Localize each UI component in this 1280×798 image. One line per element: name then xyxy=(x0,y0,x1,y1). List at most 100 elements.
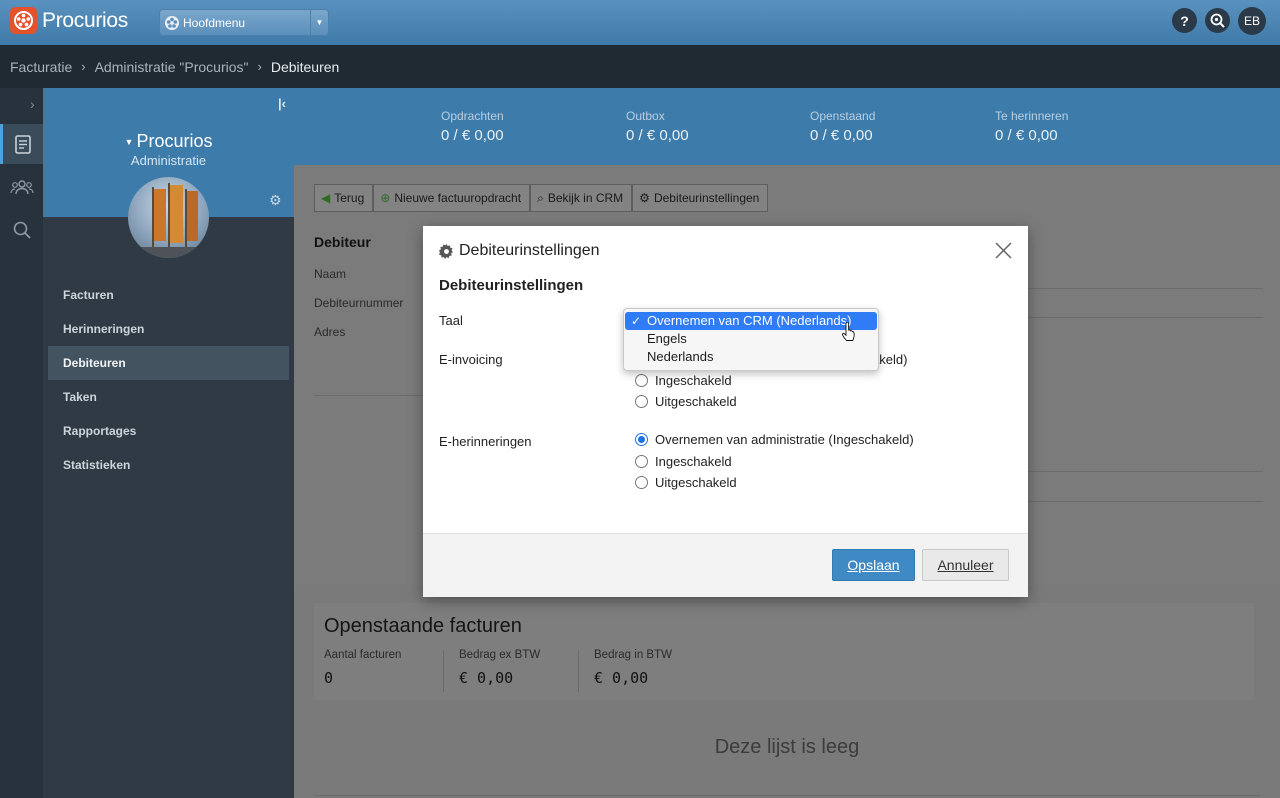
summary-count: Aantal facturen 0 xyxy=(324,649,401,687)
stat-label: Openstaand xyxy=(810,109,876,123)
breadcrumb-separator: › xyxy=(257,59,262,74)
divider xyxy=(443,650,444,692)
app-name: Procurios xyxy=(42,8,128,32)
ereminders-disabled-radio[interactable]: Uitgeschakeld xyxy=(635,475,737,490)
gear-icon: ⚙ xyxy=(639,191,650,205)
chevron-down-icon: ▼ xyxy=(310,10,328,35)
new-invoice-order-button[interactable]: ⊕ Nieuwe factuuropdracht xyxy=(373,184,531,212)
sidebar-nav: Facturen Herinneringen Debiteuren Taken … xyxy=(48,278,289,482)
caret-down-icon: ▼ xyxy=(124,137,134,148)
breadcrumb-administratie[interactable]: Administratie "Procurios" xyxy=(95,59,249,75)
option-label: Overnemen van CRM (Nederlands) xyxy=(647,313,852,328)
stat-openstaand[interactable]: Openstaand 0 / € 0,00 xyxy=(810,109,875,144)
radio-button[interactable] xyxy=(635,455,648,468)
stat-outbox[interactable]: Outbox 0 / € 0,00 xyxy=(626,109,689,144)
icon-rail: › xyxy=(0,88,43,798)
radio-label: Overnemen van administratie (Ingeschakel… xyxy=(655,432,914,447)
back-label: Terug xyxy=(334,191,365,205)
language-option-engels[interactable]: Engels xyxy=(625,330,877,348)
view-crm-label: Bekijk in CRM xyxy=(547,191,624,205)
search-icon xyxy=(13,221,31,239)
user-avatar[interactable]: EB xyxy=(1238,7,1266,35)
procurios-logo-icon xyxy=(10,7,37,34)
modal-section-title: Debiteurinstellingen xyxy=(439,277,584,294)
summary-value: € 0,00 xyxy=(594,669,649,687)
org-type: Administratie xyxy=(130,153,207,168)
ereminders-label: E-herinneringen xyxy=(439,434,532,449)
debtor-settings-button[interactable]: ⚙ Debiteurinstellingen xyxy=(632,184,769,212)
sidebar-item-rapportages[interactable]: Rapportages xyxy=(48,414,289,448)
main-menu-dropdown[interactable]: Hoofdmenu ▼ xyxy=(159,9,329,36)
language-option-crm[interactable]: ✓ Overnemen van CRM (Nederlands) xyxy=(625,312,877,330)
summary-incl-vat: Bedrag in BTW € 0,00 xyxy=(594,649,672,687)
search-button[interactable] xyxy=(1205,8,1230,33)
einvoicing-enabled-radio[interactable]: Ingeschakeld xyxy=(635,373,732,388)
org-switcher[interactable]: ▼ Procurios xyxy=(43,131,294,152)
debtor-title: Debiteur xyxy=(314,234,371,250)
gear-icon[interactable]: ⚙ xyxy=(269,192,282,209)
save-button[interactable]: Opslaan xyxy=(832,549,915,581)
new-order-label: Nieuwe factuuropdracht xyxy=(394,191,522,205)
rail-search[interactable] xyxy=(0,210,43,250)
breadcrumb-facturatie[interactable]: Facturatie xyxy=(10,59,72,75)
ereminders-enabled-radio[interactable]: Ingeschakeld xyxy=(635,454,732,469)
divider xyxy=(1028,317,1263,318)
sidebar-item-debiteuren[interactable]: Debiteuren xyxy=(48,346,289,380)
expand-rail-icon[interactable]: › xyxy=(30,96,35,112)
open-invoices-title: Openstaande facturen xyxy=(324,615,522,637)
breadcrumb-current: Debiteuren xyxy=(270,58,340,75)
user-initials: EB xyxy=(1243,14,1260,28)
einvoicing-label: E-invoicing xyxy=(439,352,503,367)
radio-button[interactable] xyxy=(635,395,648,408)
sidebar-item-herinneringen[interactable]: Herinneringen xyxy=(48,312,289,346)
breadcrumb: Facturatie › Administratie "Procurios" ›… xyxy=(0,45,1280,88)
divider xyxy=(1028,471,1263,472)
field-label-naam: Naam xyxy=(314,267,347,281)
rail-crm[interactable] xyxy=(0,167,43,207)
breadcrumb-separator: › xyxy=(81,59,86,74)
main-menu-label: Hoofdmenu xyxy=(183,15,246,30)
collapse-sidebar-icon[interactable]: |‹ xyxy=(278,96,286,111)
rail-invoicing[interactable] xyxy=(0,124,43,164)
app-logo[interactable]: Procurios xyxy=(10,7,128,34)
close-icon[interactable] xyxy=(995,242,1012,259)
stat-te-herinneren[interactable]: Te herinneren 0 / € 0,00 xyxy=(995,109,1068,144)
sidebar: |‹ ▼ Procurios Administratie ⚙ Facturen H… xyxy=(43,88,294,798)
zoom-search-icon xyxy=(1210,13,1225,28)
settings-label: Debiteurinstellingen xyxy=(653,191,760,205)
view-in-crm-button[interactable]: ⌕ Bekijk in CRM xyxy=(530,184,633,212)
einvoicing-disabled-radio[interactable]: Uitgeschakeld xyxy=(635,394,737,409)
divider xyxy=(314,395,424,396)
summary-label: Bedrag in BTW xyxy=(594,649,672,661)
divider xyxy=(314,795,1260,796)
option-label: Engels xyxy=(647,331,687,346)
users-icon xyxy=(9,180,34,195)
stat-value: 0 / € 0,00 xyxy=(626,127,689,144)
language-option-nederlands[interactable]: Nederlands xyxy=(625,348,877,366)
arrow-left-icon: ◀ xyxy=(321,191,331,205)
summary-excl-vat: Bedrag ex BTW € 0,00 xyxy=(459,649,540,687)
stat-opdrachten[interactable]: Opdrachten 0 / € 0,00 xyxy=(441,109,504,144)
org-avatar xyxy=(128,177,209,258)
sidebar-item-statistieken[interactable]: Statistieken xyxy=(48,448,289,482)
help-button[interactable]: ? xyxy=(1172,8,1197,33)
sidebar-item-facturen[interactable]: Facturen xyxy=(48,278,289,312)
help-icon: ? xyxy=(1180,12,1189,29)
sidebar-item-taken[interactable]: Taken xyxy=(48,380,289,414)
empty-list-message: Deze lijst is leeg xyxy=(714,736,860,758)
open-invoices-panel: Openstaande facturen Aantal facturen 0 B… xyxy=(314,603,1254,700)
cancel-button[interactable]: Annuleer xyxy=(922,549,1009,581)
org-name: Procurios xyxy=(136,131,213,151)
radio-button[interactable] xyxy=(635,476,648,489)
ereminders-inherit-radio[interactable]: Overnemen van administratie (Ingeschakel… xyxy=(635,432,914,447)
back-button[interactable]: ◀ Terug xyxy=(314,184,374,212)
stat-label: Te herinneren xyxy=(995,109,1069,123)
summary-value: € 0,00 xyxy=(459,669,514,687)
radio-button[interactable] xyxy=(635,374,648,387)
radio-button[interactable] xyxy=(635,433,648,446)
checkmark-icon: ✓ xyxy=(631,314,642,328)
document-icon xyxy=(15,134,31,154)
toolbar: ◀ Terug ⊕ Nieuwe factuuropdracht ⌕ Bekijk i… xyxy=(314,184,769,212)
magnifier-icon: ⌕ xyxy=(537,190,544,205)
stat-value: 0 / € 0,00 xyxy=(441,127,504,144)
